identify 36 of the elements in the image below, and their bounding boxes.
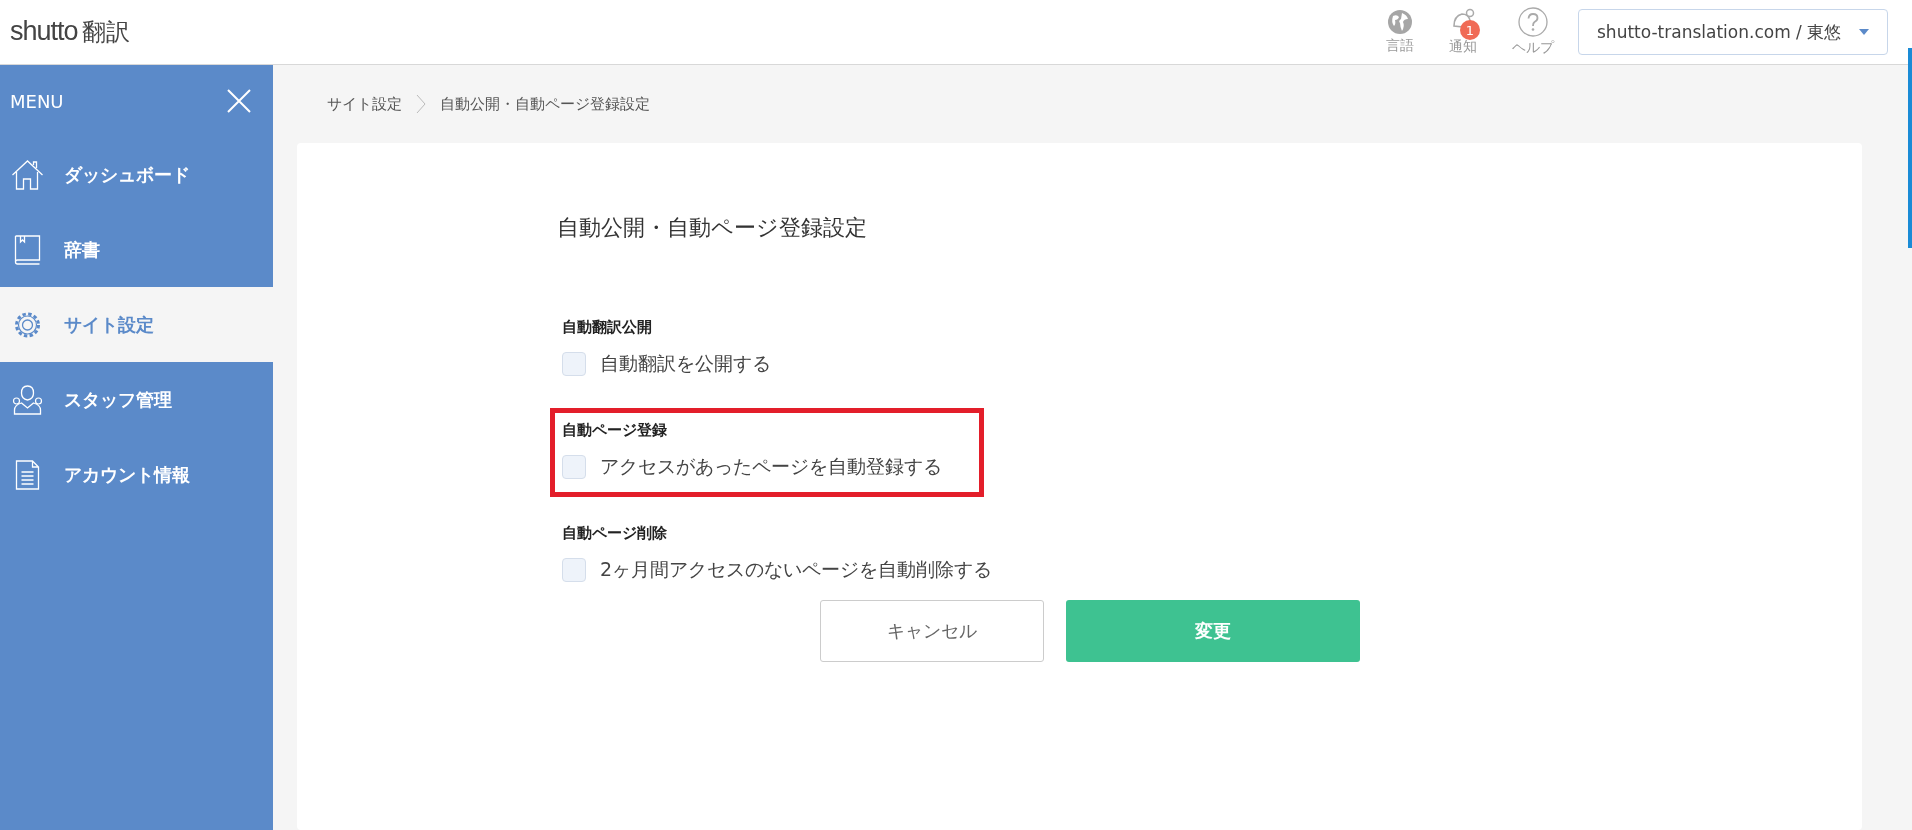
- checkbox[interactable]: [562, 455, 586, 479]
- close-icon: [227, 89, 251, 113]
- logo-text[interactable]: shutto: [10, 16, 78, 47]
- logo-suffix[interactable]: 翻訳: [81, 16, 130, 48]
- help-icon: [1518, 7, 1548, 37]
- sidebar-item[interactable]: 辞書: [0, 212, 273, 287]
- close-button[interactable]: [227, 89, 251, 113]
- sidebar-item[interactable]: ダッシュボード: [0, 137, 273, 212]
- caret-icon: [1859, 29, 1869, 35]
- sidebar-item[interactable]: アカウント情報: [0, 437, 273, 512]
- header-icon-button[interactable]: 1 通知: [1438, 8, 1488, 56]
- globe-icon: [1387, 9, 1413, 35]
- sidebar-item[interactable]: サイト設定: [0, 287, 273, 362]
- checkbox[interactable]: [562, 352, 586, 376]
- checkbox[interactable]: [562, 558, 586, 582]
- checkbox-label: アクセスがあったページを自動登録する: [600, 454, 942, 479]
- menu-title: MENU: [10, 90, 64, 112]
- notification-badge: 1: [1460, 20, 1480, 40]
- section-heading: 自動ページ登録: [562, 421, 668, 440]
- scrollbar-thumb[interactable]: [1908, 48, 1912, 248]
- account-select[interactable]: shutto-translation.com / 東悠: [1578, 9, 1888, 55]
- sidebar-item[interactable]: スタッフ管理: [0, 362, 273, 437]
- breadcrumb-item: 自動公開・自動ページ登録設定: [440, 94, 650, 114]
- submit-button[interactable]: 変更: [1066, 600, 1360, 662]
- section-heading: 自動翻訳公開: [562, 318, 653, 337]
- chevron-icon: [416, 94, 426, 114]
- staff-icon: [11, 383, 44, 416]
- header-icon-button[interactable]: 言語: [1376, 9, 1424, 55]
- breadcrumb-item[interactable]: サイト設定: [327, 94, 402, 114]
- checkbox-label: 自動翻訳を公開する: [600, 351, 771, 376]
- home-icon: [11, 158, 44, 191]
- form-title: 自動公開・自動ページ登録設定: [557, 214, 868, 242]
- header-icon-button[interactable]: ヘルプ: [1502, 7, 1564, 57]
- cancel-button[interactable]: キャンセル: [820, 600, 1044, 662]
- checkbox-label: 2ヶ月間アクセスのないページを自動削除する: [600, 557, 993, 582]
- section-heading: 自動ページ削除: [562, 524, 668, 543]
